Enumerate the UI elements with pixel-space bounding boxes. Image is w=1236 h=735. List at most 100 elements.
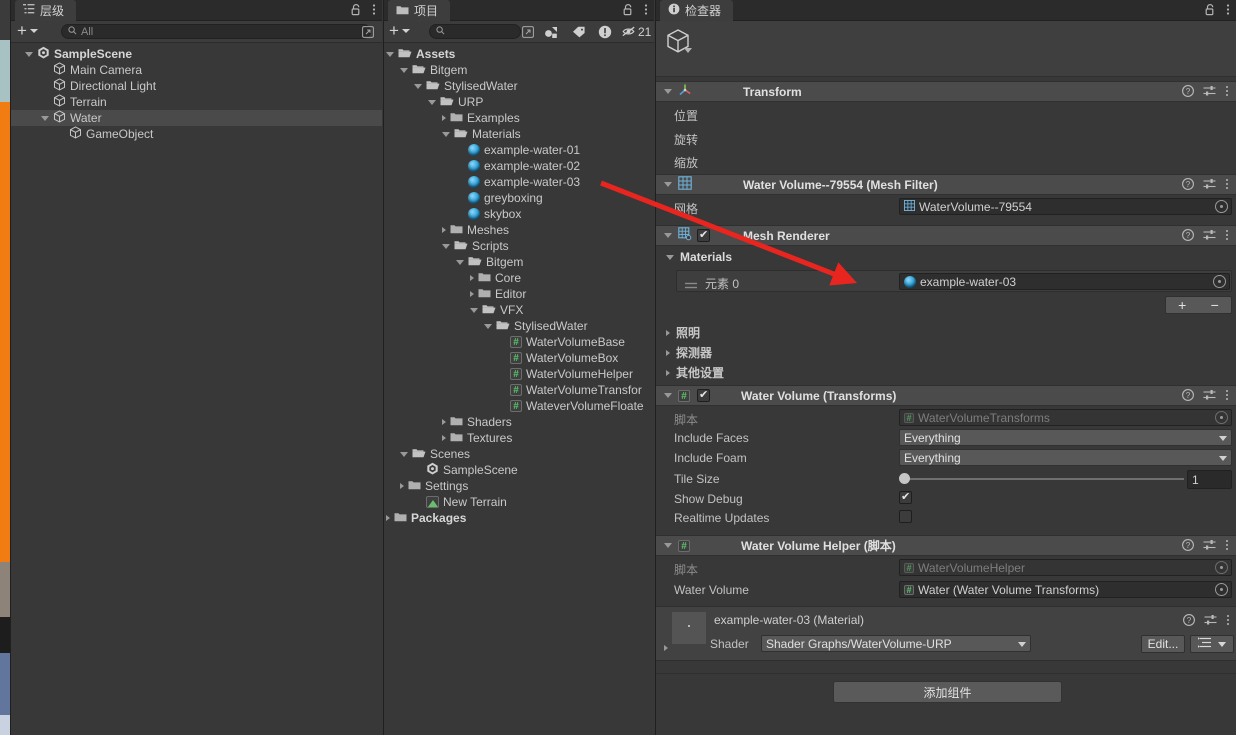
shader-dropdown[interactable]: Shader Graphs/WaterVolume-URP bbox=[761, 635, 1031, 652]
asset-filter-icon[interactable] bbox=[544, 25, 558, 42]
component-header-transform[interactable]: Transform ? bbox=[656, 81, 1236, 102]
foldout-arrow-icon[interactable] bbox=[41, 115, 49, 121]
preset-icon[interactable] bbox=[1203, 539, 1216, 554]
tab-hierarchy[interactable]: 层级 bbox=[15, 0, 77, 21]
realtime-updates-checkbox[interactable] bbox=[899, 510, 912, 523]
tree-row[interactable]: Water bbox=[11, 110, 382, 126]
kebab-menu-icon[interactable] bbox=[1225, 178, 1229, 193]
tree-row[interactable]: Scripts bbox=[384, 238, 654, 254]
foldout-arrow-icon[interactable] bbox=[664, 233, 672, 238]
kebab-menu-icon[interactable] bbox=[372, 3, 376, 19]
tree-row[interactable]: # WaterVolumeHelper bbox=[384, 366, 654, 382]
foldout-arrow-icon[interactable] bbox=[442, 419, 446, 425]
foldout-arrow-icon[interactable] bbox=[666, 254, 674, 260]
add-component-button[interactable]: 添加组件 bbox=[833, 681, 1062, 703]
foldout-arrow-icon[interactable] bbox=[400, 67, 408, 73]
foldout-arrow-icon[interactable] bbox=[386, 515, 390, 521]
project-tree[interactable]: Assets Bitgem StylisedWater URP Examples Mate… bbox=[384, 44, 654, 735]
foldout-arrow-icon[interactable] bbox=[442, 243, 450, 249]
hierarchy-tree[interactable]: SampleScene Main Camera Directional Light T… bbox=[11, 44, 382, 735]
tree-row[interactable]: StylisedWater bbox=[384, 318, 654, 334]
tile-size-input[interactable]: 1 bbox=[1187, 470, 1232, 489]
foldout-arrow-icon[interactable] bbox=[470, 291, 474, 297]
gameobject-cube-icon[interactable] bbox=[664, 27, 692, 58]
tree-row[interactable]: example-water-01 bbox=[384, 142, 654, 158]
preset-icon[interactable] bbox=[1203, 178, 1216, 193]
material-preview-foldout-arrow-icon[interactable] bbox=[664, 645, 668, 651]
help-icon[interactable]: ? bbox=[1183, 614, 1195, 629]
foldout-arrow-icon[interactable] bbox=[470, 307, 478, 313]
help-icon[interactable]: ? bbox=[1182, 229, 1194, 244]
additional-settings-foldout[interactable]: 其他设置 bbox=[666, 364, 724, 381]
foldout-arrow-icon[interactable] bbox=[470, 275, 474, 281]
kebab-menu-icon[interactable] bbox=[1225, 229, 1229, 244]
tree-row[interactable]: Main Camera bbox=[11, 62, 382, 78]
tree-row[interactable]: Scenes bbox=[384, 446, 654, 462]
foldout-arrow-icon[interactable] bbox=[428, 99, 436, 105]
warning-filter-icon[interactable] bbox=[598, 25, 612, 42]
tree-row[interactable]: Bitgem bbox=[384, 62, 654, 78]
preset-icon[interactable] bbox=[1203, 389, 1216, 404]
tree-row[interactable]: Packages bbox=[384, 510, 654, 526]
tree-row[interactable]: Settings bbox=[384, 478, 654, 494]
material-element-object-field[interactable]: example-water-03 bbox=[899, 273, 1230, 290]
lighting-foldout[interactable]: 照明 bbox=[666, 324, 700, 341]
tree-row[interactable]: Terrain bbox=[11, 94, 382, 110]
hidden-count-icon[interactable] bbox=[622, 25, 637, 41]
foldout-arrow-icon[interactable] bbox=[664, 182, 672, 187]
tree-row[interactable]: Shaders bbox=[384, 414, 654, 430]
tree-row[interactable]: URP bbox=[384, 94, 654, 110]
include-foam-dropdown[interactable]: Everything bbox=[899, 449, 1232, 466]
project-add-button[interactable]: + bbox=[389, 22, 410, 39]
tree-row[interactable]: # WaterVolumeTransfor bbox=[384, 382, 654, 398]
mesh-renderer-enabled-checkbox[interactable] bbox=[697, 228, 710, 242]
foldout-arrow-icon[interactable] bbox=[400, 483, 404, 489]
tree-row[interactable]: Examples bbox=[384, 110, 654, 126]
tree-row[interactable]: # WaterVolumeBox bbox=[384, 350, 654, 366]
tree-row[interactable]: example-water-02 bbox=[384, 158, 654, 174]
kebab-menu-icon[interactable] bbox=[1225, 539, 1229, 554]
foldout-arrow-icon[interactable] bbox=[664, 543, 672, 548]
probes-foldout[interactable]: 探测器 bbox=[666, 344, 712, 361]
kebab-menu-icon[interactable] bbox=[644, 3, 648, 19]
foldout-arrow-icon[interactable] bbox=[400, 451, 408, 457]
tree-row[interactable]: Meshes bbox=[384, 222, 654, 238]
foldout-arrow-icon[interactable] bbox=[484, 323, 492, 329]
mesh-object-field[interactable]: WaterVolume--79554 bbox=[899, 198, 1232, 215]
material-add-button[interactable]: + bbox=[1166, 297, 1199, 313]
tree-row[interactable]: Core bbox=[384, 270, 654, 286]
tree-row[interactable]: Editor bbox=[384, 286, 654, 302]
material-preset-button[interactable] bbox=[1190, 635, 1234, 653]
foldout-arrow-icon[interactable] bbox=[666, 329, 670, 336]
help-icon[interactable]: ? bbox=[1182, 389, 1194, 404]
tree-row[interactable]: StylisedWater bbox=[384, 78, 654, 94]
preset-icon[interactable] bbox=[1203, 229, 1216, 244]
object-picker-icon[interactable] bbox=[1213, 275, 1226, 288]
lock-open-icon[interactable] bbox=[351, 3, 362, 19]
tree-row[interactable]: New Terrain bbox=[384, 494, 654, 510]
drag-handle-icon[interactable] bbox=[685, 278, 697, 292]
component-header-water-volume-helper[interactable]: # Water Volume Helper (脚本) ? bbox=[656, 535, 1236, 556]
help-icon[interactable]: ? bbox=[1182, 539, 1194, 554]
tree-row[interactable]: # WateverVolumeFloate bbox=[384, 398, 654, 414]
tree-row[interactable]: Bitgem bbox=[384, 254, 654, 270]
foldout-arrow-icon[interactable] bbox=[664, 89, 672, 94]
foldout-arrow-icon[interactable] bbox=[442, 227, 446, 233]
tree-row[interactable]: example-water-03 bbox=[384, 174, 654, 190]
foldout-arrow-icon[interactable] bbox=[442, 115, 446, 121]
component-header-mesh-filter[interactable]: Water Volume--79554 (Mesh Filter) ? bbox=[656, 174, 1236, 195]
hierarchy-search-expand-icon[interactable] bbox=[362, 26, 374, 41]
tree-row[interactable]: # WaterVolumeBase bbox=[384, 334, 654, 350]
tree-row[interactable]: VFX bbox=[384, 302, 654, 318]
component-header-water-volume-transforms[interactable]: # Water Volume (Transforms) ? bbox=[656, 385, 1236, 406]
preset-icon[interactable] bbox=[1204, 614, 1217, 629]
tree-row[interactable]: greyboxing bbox=[384, 190, 654, 206]
material-remove-button[interactable]: − bbox=[1199, 297, 1232, 313]
gameobject-icon-dropdown-icon[interactable] bbox=[684, 48, 692, 53]
lock-open-icon[interactable] bbox=[623, 3, 634, 19]
foldout-arrow-icon[interactable] bbox=[414, 83, 422, 89]
tab-project[interactable]: 项目 bbox=[388, 0, 451, 21]
kebab-menu-icon[interactable] bbox=[1226, 614, 1230, 629]
materials-foldout[interactable]: Materials bbox=[666, 250, 732, 264]
tile-size-slider-knob[interactable] bbox=[899, 473, 910, 484]
